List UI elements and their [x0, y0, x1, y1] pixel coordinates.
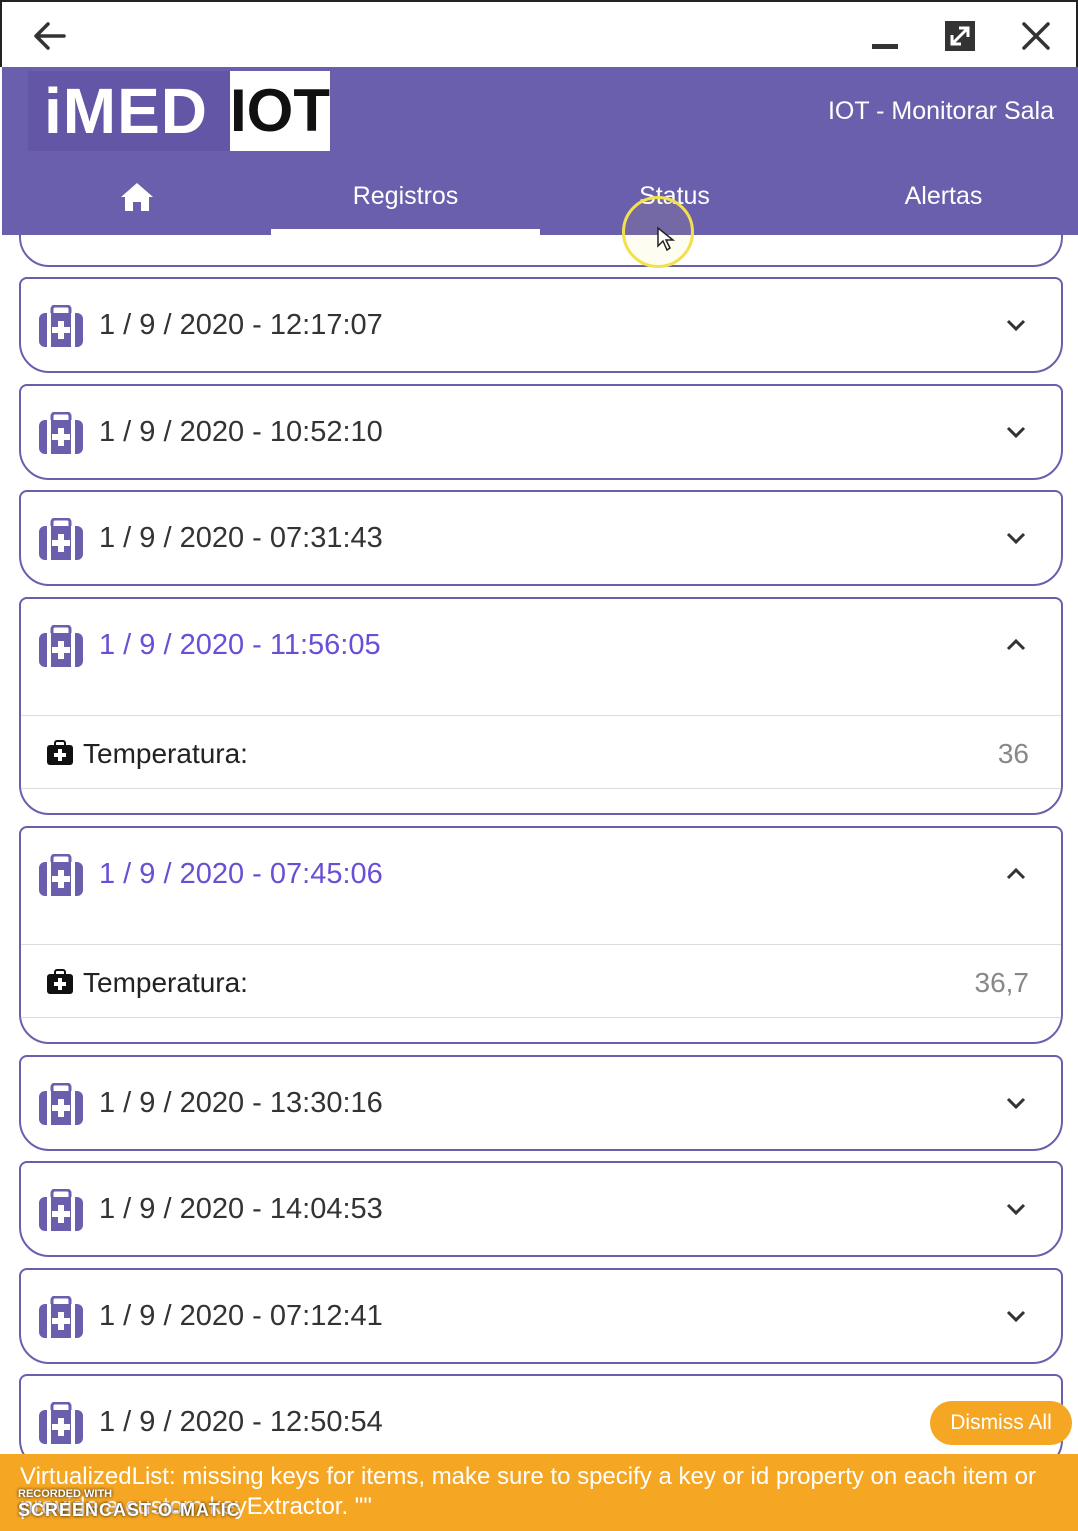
logo-iot: IOT — [230, 71, 330, 151]
record-card-partial[interactable] — [19, 235, 1063, 267]
record-date: 1 / 9 / 2020 - 12:50:54 — [99, 1406, 383, 1438]
record-detail: Temperatura: 36 — [21, 715, 1061, 789]
recording-watermark: RECORDED WITH SCREENCAST-O-MATIC — [18, 1488, 241, 1521]
chevron-down-icon[interactable] — [1005, 1201, 1027, 1217]
record-card-expanded[interactable]: 1 / 9 / 2020 - 11:56:05 Temperatura: 36 — [19, 597, 1063, 815]
chevron-down-icon[interactable] — [1005, 317, 1027, 333]
medical-kit-icon — [39, 412, 83, 454]
record-detail: Temperatura: 36,7 — [21, 944, 1061, 1018]
home-icon — [120, 183, 153, 211]
app-header: iMED IOT IOT - Monitorar Sala — [2, 67, 1078, 157]
record-date: 1 / 9 / 2020 - 14:04:53 — [99, 1193, 383, 1225]
back-arrow-icon[interactable] — [30, 18, 70, 54]
tab-bar: Registros Status Alertas — [2, 157, 1078, 235]
record-card[interactable]: 1 / 9 / 2020 - 12:17:07 — [19, 277, 1063, 373]
detail-label: Temperatura: — [83, 738, 248, 769]
record-card[interactable]: 1 / 9 / 2020 - 10:52:10 — [19, 384, 1063, 480]
tab-home[interactable] — [2, 157, 271, 235]
records-list[interactable]: 1 / 9 / 2020 - 12:17:07 1 / 9 / 2020 - 1… — [0, 235, 1078, 1531]
medical-kit-icon — [39, 1402, 83, 1444]
record-header[interactable]: 1 / 9 / 2020 - 10:52:10 — [21, 386, 1061, 482]
record-header[interactable]: 1 / 9 / 2020 - 13:30:16 — [21, 1057, 1061, 1153]
record-header[interactable]: 1 / 9 / 2020 - 14:04:53 — [21, 1163, 1061, 1259]
medical-kit-icon — [47, 969, 73, 994]
chevron-down-icon[interactable] — [1005, 424, 1027, 440]
record-header[interactable]: 1 / 9 / 2020 - 07:45:06 — [21, 828, 1061, 924]
medical-kit-icon — [39, 518, 83, 560]
record-card[interactable]: 1 / 9 / 2020 - 13:30:16 — [19, 1055, 1063, 1151]
watermark-recorded-with: RECORDED WITH — [18, 1488, 113, 1500]
chevron-down-icon[interactable] — [1005, 1308, 1027, 1324]
record-date: 1 / 9 / 2020 - 13:30:16 — [99, 1087, 383, 1119]
record-date: 1 / 9 / 2020 - 12:17:07 — [99, 309, 383, 341]
chevron-up-icon[interactable] — [1005, 866, 1027, 882]
record-header[interactable]: 1 / 9 / 2020 - 07:31:43 — [21, 492, 1061, 588]
minimize-icon[interactable] — [868, 18, 904, 54]
record-header[interactable]: 1 / 9 / 2020 - 11:56:05 — [21, 599, 1061, 695]
record-card[interactable]: 1 / 9 / 2020 - 14:04:53 — [19, 1161, 1063, 1257]
maximize-icon[interactable] — [942, 18, 978, 54]
detail-value: 36,7 — [974, 967, 1030, 998]
record-date: 1 / 9 / 2020 - 10:52:10 — [99, 416, 383, 448]
tab-alertas[interactable]: Alertas — [809, 157, 1078, 235]
close-icon[interactable] — [1018, 18, 1054, 54]
page-title: IOT - Monitorar Sala — [827, 97, 1054, 125]
imed-iot-logo: iMED IOT — [28, 71, 330, 151]
medical-kit-icon — [39, 1083, 83, 1125]
chevron-up-icon[interactable] — [1005, 637, 1027, 653]
record-date: 1 / 9 / 2020 - 07:31:43 — [99, 522, 383, 554]
medical-kit-icon — [39, 305, 83, 347]
chevron-down-icon[interactable] — [1005, 1095, 1027, 1111]
watermark-brand: SCREENCAST-O-MATIC — [18, 1500, 241, 1520]
record-date: 1 / 9 / 2020 - 07:45:06 — [99, 858, 383, 890]
medical-kit-icon — [39, 625, 83, 667]
detail-value: 36 — [997, 738, 1029, 769]
tab-registros[interactable]: Registros — [271, 157, 540, 235]
record-card[interactable]: 1 / 9 / 2020 - 07:12:41 — [19, 1268, 1063, 1364]
chevron-down-icon[interactable] — [1005, 530, 1027, 546]
medical-kit-icon — [39, 854, 83, 896]
mouse-pointer-icon — [657, 226, 676, 252]
record-card-expanded[interactable]: 1 / 9 / 2020 - 07:45:06 Temperatura: 36,… — [19, 826, 1063, 1044]
record-date: 1 / 9 / 2020 - 11:56:05 — [99, 629, 381, 661]
logo-imed: iMED — [28, 71, 230, 151]
record-card[interactable]: 1 / 9 / 2020 - 07:31:43 — [19, 490, 1063, 586]
window-titlebar — [0, 0, 1078, 67]
medical-kit-icon — [39, 1296, 83, 1338]
dismiss-all-button[interactable]: Dismiss All — [930, 1401, 1072, 1445]
medical-kit-icon — [39, 1189, 83, 1231]
record-header[interactable]: 1 / 9 / 2020 - 07:12:41 — [21, 1270, 1061, 1366]
record-header[interactable]: 1 / 9 / 2020 - 12:17:07 — [21, 279, 1061, 375]
medical-kit-icon — [47, 740, 73, 765]
record-date: 1 / 9 / 2020 - 07:12:41 — [99, 1300, 383, 1332]
detail-label: Temperatura: — [83, 967, 248, 998]
